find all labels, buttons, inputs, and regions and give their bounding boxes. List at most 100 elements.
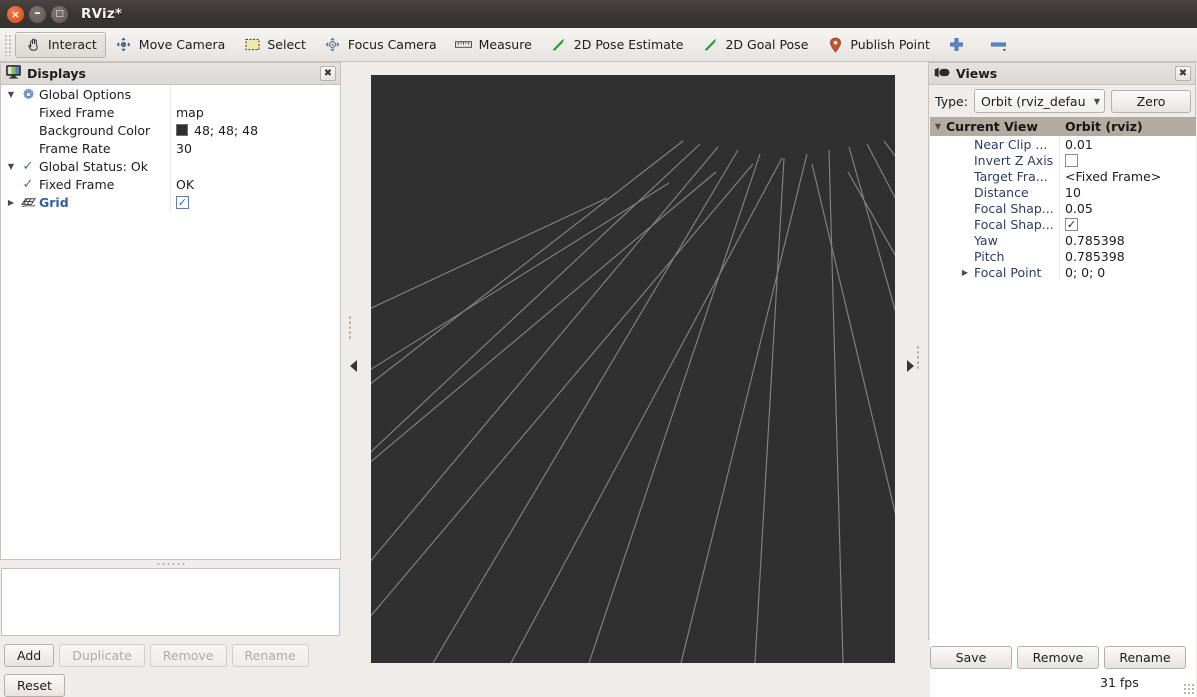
tree-row-name: ✓ Global Status: Ok: [1, 157, 171, 175]
tree-row-value[interactable]: 48; 48; 48: [171, 121, 340, 139]
views-panel: Views ✖ Type: Orbit (rviz_defau ▼ Zero C…: [928, 62, 1197, 697]
toolbar-2d-pose-estimate-button[interactable]: 2D Pose Estimate: [541, 32, 693, 58]
toolbar-focus-camera-button[interactable]: Focus Camera: [315, 32, 446, 58]
select-rect-icon: [243, 37, 261, 53]
invert-z-axis-checkbox[interactable]: [1065, 153, 1078, 167]
views-row[interactable]: Focal Shap... ✓: [930, 216, 1196, 232]
tree-row-label: Grid: [39, 194, 69, 210]
maximize-window-button[interactable]: □: [51, 5, 68, 23]
views-type-row: Type: Orbit (rviz_defau ▼ Zero: [929, 85, 1197, 117]
check-icon: ✓: [22, 158, 34, 174]
duplicate-display-button[interactable]: Duplicate: [59, 644, 145, 667]
toolbar-select-button[interactable]: Select: [234, 32, 315, 58]
displays-splitter[interactable]: [0, 560, 341, 568]
toolbar-2d-goal-pose-button[interactable]: 2D Goal Pose: [692, 32, 817, 58]
views-row-value[interactable]: 10: [1060, 185, 1196, 200]
displays-panel-header: Displays ✖: [1, 63, 340, 85]
views-row[interactable]: Invert Z Axis: [930, 152, 1196, 168]
reset-button-row: Reset: [4, 674, 65, 697]
chevron-down-icon: ▼: [1093, 96, 1100, 106]
add-display-button[interactable]: Add: [4, 644, 55, 667]
views-row[interactable]: Target Fra... <Fixed Frame>: [930, 168, 1196, 184]
tree-row[interactable]: Grid ✓: [1, 193, 340, 211]
right-splitter-grip[interactable]: [916, 345, 919, 371]
views-row[interactable]: Focal Shap... 0.05: [930, 200, 1196, 216]
window-resize-grip[interactable]: [1183, 683, 1195, 695]
tree-row-name: Background Color: [1, 121, 171, 139]
views-row-value[interactable]: [1060, 153, 1196, 167]
views-row[interactable]: Pitch 0.785398: [930, 248, 1196, 264]
views-panel-title: Views: [956, 66, 998, 81]
map-pin-icon: [826, 37, 844, 53]
chevron-down-icon[interactable]: [930, 122, 946, 131]
views-row-value[interactable]: 0.05: [1060, 201, 1196, 216]
toolbar-add-tool-button[interactable]: [939, 32, 981, 58]
views-row[interactable]: Yaw 0.785398: [930, 232, 1196, 248]
views-row-value[interactable]: 0; 0; 0: [1060, 265, 1196, 280]
view-type-select[interactable]: Orbit (rviz_defau ▼: [973, 89, 1105, 113]
views-row-value[interactable]: 0.785398: [1060, 249, 1196, 264]
toolbar-item-label: Measure: [478, 37, 532, 52]
tree-row[interactable]: Frame Rate 30: [1, 139, 340, 157]
displays-close-button[interactable]: ✖: [320, 66, 336, 81]
tree-row[interactable]: ✓ Global Status: Ok: [1, 157, 340, 175]
tree-row-value[interactable]: 30: [171, 139, 340, 157]
grid-enabled-checkbox[interactable]: ✓: [176, 195, 189, 209]
left-splitter-grip[interactable]: [348, 315, 351, 341]
tree-row[interactable]: Fixed Frame map: [1, 103, 340, 121]
close-icon: ×: [10, 7, 21, 21]
toolbar-move-camera-button[interactable]: Move Camera: [106, 32, 235, 58]
views-row[interactable]: ▶ Focal Point 0; 0; 0: [930, 264, 1196, 280]
chevron-down-icon[interactable]: [3, 162, 19, 171]
remove-view-button[interactable]: Remove: [1017, 646, 1099, 669]
views-row-value[interactable]: 0.01: [1060, 137, 1196, 152]
views-row[interactable]: Distance 10: [930, 184, 1196, 200]
views-row-name: Yaw: [930, 232, 1060, 248]
tree-row-value[interactable]: ✓: [171, 193, 340, 211]
toolbar-measure-button[interactable]: Measure: [446, 32, 541, 58]
check-icon: ✓: [22, 176, 34, 192]
close-window-button[interactable]: ×: [7, 5, 24, 23]
rename-button-label: Rename: [1119, 650, 1171, 665]
views-property-tree[interactable]: Current View Orbit (rviz) Near Clip ... …: [930, 117, 1196, 697]
views-row-value[interactable]: <Fixed Frame>: [1060, 169, 1196, 184]
chevron-right-icon[interactable]: [3, 198, 19, 207]
views-row-value[interactable]: 0.785398: [1060, 233, 1196, 248]
tree-row[interactable]: Background Color 48; 48; 48: [1, 121, 340, 139]
toolbar-remove-tool-button[interactable]: [981, 32, 1023, 58]
remove-display-button[interactable]: Remove: [149, 644, 227, 667]
toolbar-drag-handle[interactable]: [4, 33, 13, 56]
rename-view-button[interactable]: Rename: [1104, 646, 1186, 669]
minus-icon: [990, 37, 1008, 53]
collapse-displays-button[interactable]: [346, 352, 360, 380]
reset-button[interactable]: Reset: [4, 674, 65, 697]
chevron-down-icon[interactable]: [3, 90, 19, 99]
views-row-name: Focal Shap...: [930, 200, 1060, 216]
views-header-col2: Orbit (rviz): [1065, 119, 1143, 134]
tree-row[interactable]: ✓ Fixed Frame OK: [1, 175, 340, 193]
minimize-icon: –: [34, 5, 41, 21]
views-close-button[interactable]: ✖: [1175, 66, 1191, 81]
views-row-value[interactable]: ✓: [1060, 217, 1196, 231]
displays-tree[interactable]: Global Options Fixed Frame map Backgrou: [1, 85, 340, 559]
collapse-views-button[interactable]: [903, 352, 917, 380]
rename-display-button[interactable]: Rename: [231, 644, 309, 667]
toolbar-item-label: 2D Pose Estimate: [573, 37, 684, 52]
zero-view-button[interactable]: Zero: [1111, 89, 1191, 113]
save-view-button[interactable]: Save: [930, 646, 1012, 669]
chevron-right-icon[interactable]: ▶: [930, 268, 974, 277]
focal-shape-fixed-size-checkbox[interactable]: ✓: [1065, 217, 1078, 231]
minimize-window-button[interactable]: –: [29, 5, 46, 23]
tree-row-value: [171, 157, 340, 175]
toolbar-interact-button[interactable]: Interact: [15, 31, 106, 58]
toolbar-item-label: Focus Camera: [347, 37, 437, 52]
tree-row-value[interactable]: map: [171, 103, 340, 121]
views-row[interactable]: Near Clip ... 0.01: [930, 136, 1196, 152]
tree-row-name: Grid: [1, 193, 171, 211]
views-row-label: Target Fra...: [974, 168, 1048, 184]
tree-row[interactable]: Global Options: [1, 85, 340, 103]
views-row-label: Focal Shap...: [974, 200, 1054, 216]
toolbar-publish-point-button[interactable]: Publish Point: [817, 32, 939, 58]
3d-viewport[interactable]: [371, 75, 895, 663]
viewport-background: [371, 75, 895, 663]
